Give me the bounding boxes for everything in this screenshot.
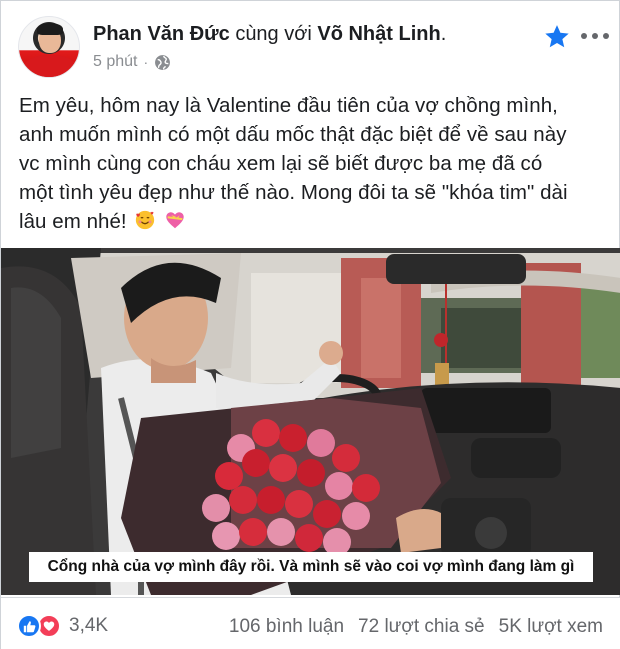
post-text: Em yêu, hôm nay là Valentine đầu tiên củ… — [19, 91, 609, 236]
post-time[interactable]: 5 phút — [93, 51, 137, 73]
views-count: 5K lượt xem — [498, 616, 603, 637]
shares-count[interactable]: 72 lượt chia sẻ — [358, 616, 485, 638]
post-text-line: vc mình cùng con cháu xem lại sẽ biết đư… — [19, 152, 543, 175]
avatar[interactable] — [18, 16, 80, 78]
post-stats: 106 bình luận 72 lượt chia sẻ 5K lượt xe… — [229, 616, 603, 638]
meta-separator: · — [143, 54, 149, 70]
post-text-line: Em yêu, hôm nay là Valentine đầu tiên củ… — [19, 94, 558, 117]
reactions-summary[interactable]: 3,4K — [17, 614, 108, 638]
author-name[interactable]: Phan Văn Đức — [93, 23, 230, 45]
smiling-face-with-hearts-icon — [136, 210, 155, 230]
post-meta: 5 phút · — [93, 51, 171, 73]
post-text-line: một tình yêu đẹp như thế nào. Mong đôi t… — [19, 181, 568, 204]
heart-with-ribbon-icon — [166, 212, 184, 229]
globe-icon[interactable] — [154, 54, 171, 71]
like-icon — [17, 614, 41, 638]
tagged-suffix: . — [440, 23, 447, 45]
post-text-line: lâu em nhé! — [19, 207, 609, 236]
author-line: Phan Văn Đức cùng với Võ Nhật Linh. — [93, 21, 446, 47]
video-frame-illustration — [1, 248, 620, 595]
star-icon[interactable] — [543, 23, 571, 51]
with-text: cùng với — [235, 23, 312, 45]
video-subtitle: Cổng nhà của vợ mình đây rồi. Và mình sẽ… — [29, 552, 593, 582]
more-options-icon[interactable] — [581, 33, 609, 41]
post-text-tail: lâu em nhé! — [19, 210, 127, 233]
post-card: Phan Văn Đức cùng với Võ Nhật Linh. 5 ph… — [0, 0, 620, 649]
reaction-count: 3,4K — [69, 615, 109, 636]
post-header: Phan Văn Đức cùng với Võ Nhật Linh. 5 ph… — [1, 1, 620, 85]
post-footer: 3,4K 106 bình luận 72 lượt chia sẻ 5K lư… — [1, 597, 620, 649]
post-text-line: anh muốn mình có một dấu mốc thật đặc bi… — [19, 123, 567, 146]
comments-count[interactable]: 106 bình luận — [229, 616, 344, 638]
video-player[interactable]: Cổng nhà của vợ mình đây rồi. Và mình sẽ… — [1, 248, 620, 595]
tagged-name[interactable]: Võ Nhật Linh — [317, 23, 440, 45]
